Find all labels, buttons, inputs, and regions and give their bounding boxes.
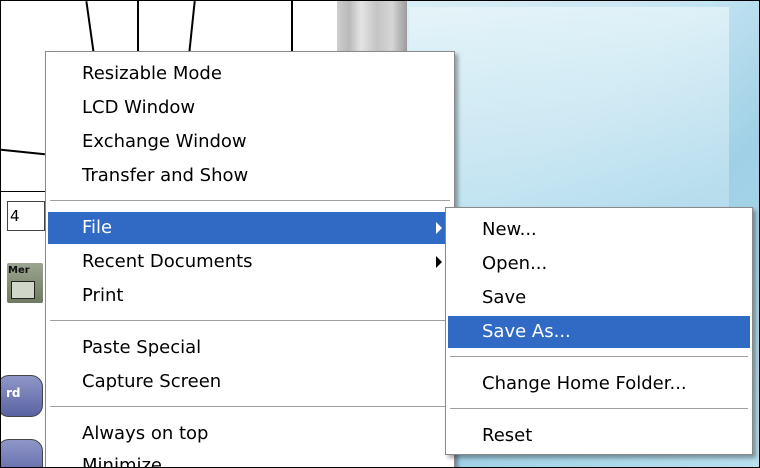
menu-separator xyxy=(450,356,748,358)
submenu-item-reset[interactable]: Reset xyxy=(448,420,750,452)
submenu-item-save[interactable]: Save xyxy=(448,282,750,314)
submenu-item-label: Reset xyxy=(482,425,533,446)
submenu-item-label: Save As... xyxy=(482,321,571,342)
menu-item-file[interactable]: File xyxy=(48,212,452,244)
menu-item-label: Exchange Window xyxy=(82,131,247,152)
menu-item-capture-screen[interactable]: Capture Screen xyxy=(48,366,452,398)
file-submenu: New... Open... Save Save As... Change Ho… xyxy=(445,207,753,455)
menu-separator xyxy=(450,408,748,410)
menu-item-print[interactable]: Print xyxy=(48,280,452,312)
submenu-arrow-icon xyxy=(436,256,442,268)
submenu-item-new[interactable]: New... xyxy=(448,214,750,246)
menu-separator xyxy=(50,406,450,408)
menu-item-label: Print xyxy=(82,285,124,306)
menu-item-recent-documents[interactable]: Recent Documents xyxy=(48,246,452,278)
sketch-line xyxy=(137,1,139,53)
submenu-item-change-home-folder[interactable]: Change Home Folder... xyxy=(448,368,750,400)
menu-item-label: Minimize xyxy=(82,455,162,468)
menu-item-lcd-window[interactable]: LCD Window xyxy=(48,92,452,124)
menu-item-minimize[interactable]: Minimize xyxy=(48,450,452,468)
submenu-item-label: Change Home Folder... xyxy=(482,373,687,394)
menu-item-exchange-window[interactable]: Exchange Window xyxy=(48,126,452,158)
menu-item-always-on-top[interactable]: Always on top xyxy=(48,418,452,450)
submenu-item-open[interactable]: Open... xyxy=(448,248,750,280)
submenu-arrow-icon xyxy=(436,222,442,234)
memory-button[interactable]: Mer xyxy=(7,263,43,303)
value-field[interactable]: 4 xyxy=(7,201,45,231)
menu-item-resizable-mode[interactable]: Resizable Mode xyxy=(48,58,452,90)
context-menu: Resizable Mode LCD Window Exchange Windo… xyxy=(45,51,455,468)
menu-item-label: Recent Documents xyxy=(82,251,253,272)
menu-item-label: Transfer and Show xyxy=(82,165,249,186)
menu-item-label: Always on top xyxy=(82,423,209,444)
menu-separator xyxy=(50,200,450,202)
menu-item-label: Capture Screen xyxy=(82,371,222,392)
screenshot-frame: 4 Mer rd Resizable Mode LCD Window Excha… xyxy=(0,0,760,468)
menu-item-label: Paste Special xyxy=(82,337,202,358)
menu-item-transfer-and-show[interactable]: Transfer and Show xyxy=(48,160,452,192)
menu-item-label: Resizable Mode xyxy=(82,63,222,84)
menu-item-paste-special[interactable]: Paste Special xyxy=(48,332,452,364)
sketch-line xyxy=(291,1,293,53)
side-button[interactable]: rd xyxy=(1,375,43,417)
side-button-label: rd xyxy=(6,386,21,400)
sketch-line xyxy=(1,191,45,192)
submenu-item-label: Open... xyxy=(482,253,548,274)
side-button-lower[interactable] xyxy=(1,439,43,467)
memory-icon xyxy=(11,281,35,299)
desktop-window-glare xyxy=(409,7,729,207)
menu-item-label: File xyxy=(82,217,113,238)
menu-item-label: LCD Window xyxy=(82,97,196,118)
submenu-item-label: New... xyxy=(482,219,537,240)
menu-separator xyxy=(50,320,450,322)
submenu-item-save-as[interactable]: Save As... xyxy=(448,316,750,348)
submenu-item-label: Save xyxy=(482,287,527,308)
memory-label: Mer xyxy=(8,265,30,276)
